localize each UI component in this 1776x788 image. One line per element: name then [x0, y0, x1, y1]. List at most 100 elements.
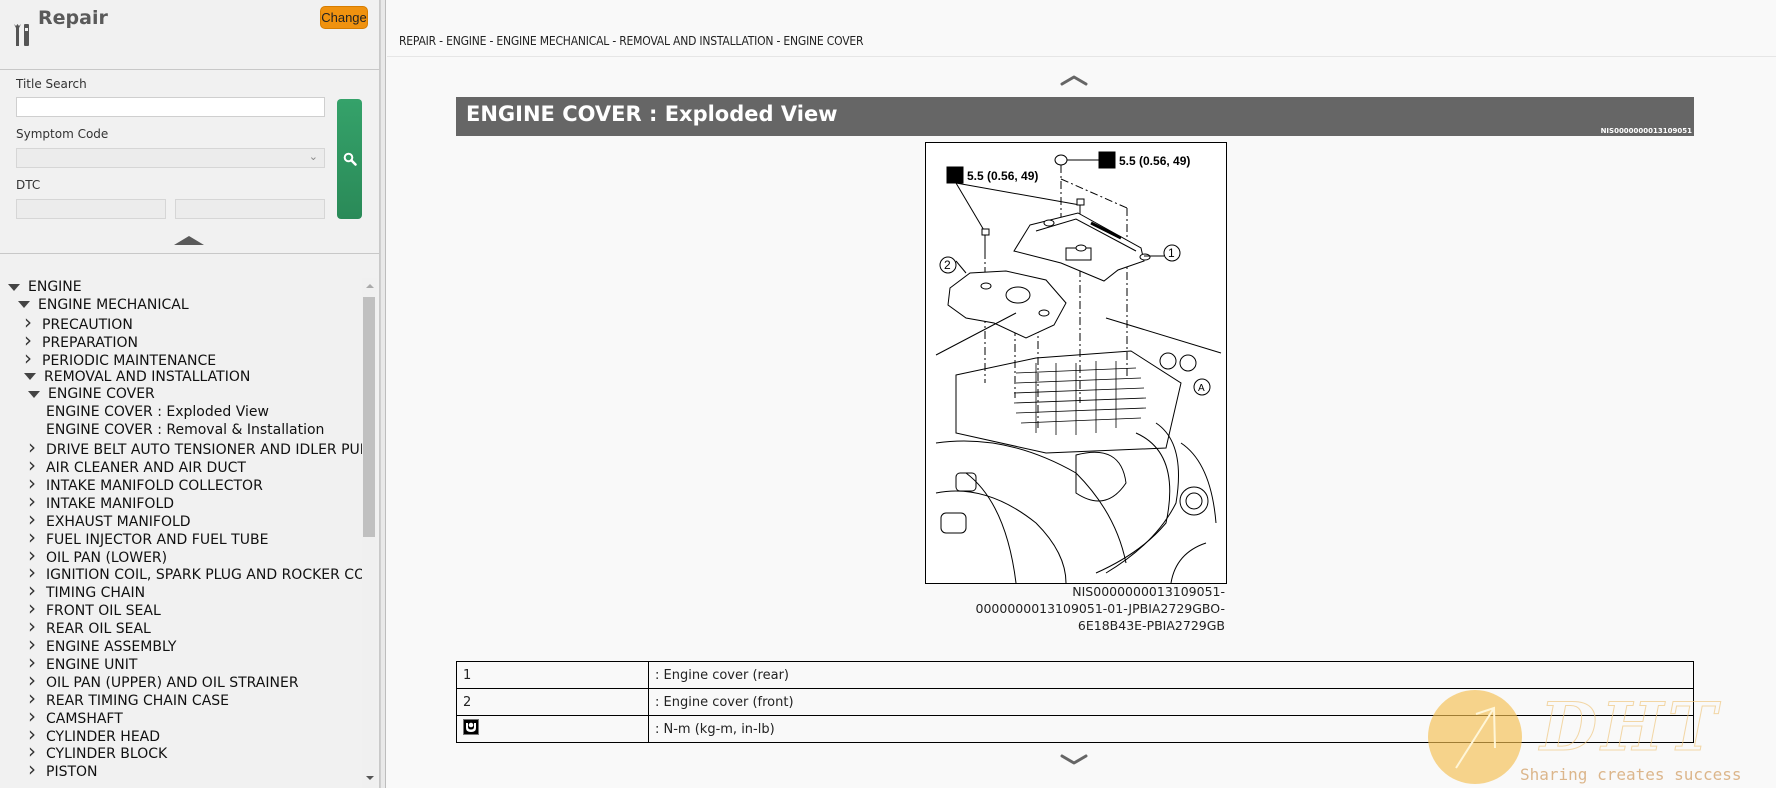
legend-key [456, 715, 649, 743]
tree-item[interactable]: › PISTON [28, 759, 98, 780]
tools-icon [14, 24, 29, 46]
legend-table: 1 : Engine cover (rear) 2 : Engine cover… [456, 661, 1694, 743]
dtc-input-1[interactable] [16, 199, 166, 219]
table-row: : N-m (kg-m, in-lb) [456, 715, 1694, 743]
dtc-input-2[interactable] [175, 199, 325, 219]
scroll-up-arrow[interactable] [366, 284, 374, 288]
chevron-right-icon[interactable]: › [28, 759, 42, 779]
tree-item[interactable]: › AIR CLEANER AND AIR DUCT [28, 455, 246, 476]
tree-item-label: ENGINE COVER [48, 386, 155, 403]
tree-item[interactable]: › CYLINDER BLOCK [28, 741, 167, 762]
tree-item[interactable]: › PERIODIC MAINTENANCE [24, 348, 216, 369]
figure-caption-line: 0000000013109051-01-JPBIA2729GBO- [975, 601, 1225, 616]
tree-item[interactable]: › ENGINE ASSEMBLY [28, 634, 177, 655]
section-title: Repair [38, 7, 108, 29]
tree-item[interactable]: ENGINE COVER [28, 385, 155, 403]
tree-item-label: CYLINDER HEAD [46, 728, 161, 745]
tree-item[interactable]: › OIL PAN (LOWER) [28, 545, 168, 566]
torque-wrench-icon [463, 719, 479, 735]
expanded-triangle-icon[interactable] [18, 301, 30, 309]
chevron-down-icon: ⌄ [308, 150, 318, 163]
tree-item[interactable]: ENGINE COVER : Exploded View [46, 403, 269, 421]
figure-caption-line: NIS0000000013109051- [1072, 584, 1225, 599]
sidebar-header: Repair Change [0, 0, 380, 70]
symptom-code-label: Symptom Code [16, 127, 109, 141]
tree-item[interactable]: › CAMSHAFT [28, 706, 123, 727]
next-section-chevron-down-icon[interactable] [1059, 752, 1089, 768]
tree-item-label: ENGINE MECHANICAL [38, 296, 189, 313]
tree-item-label: ENGINE ASSEMBLY [46, 639, 177, 655]
page-title-bar: ENGINE COVER : Exploded View NIS00000000… [456, 97, 1694, 136]
torque-callout-2: 5.5 (0.56, 49) [1119, 154, 1190, 168]
tree-item-label: REAR TIMING CHAIN CASE [46, 692, 230, 709]
exploded-view-illustration[interactable]: 5.5 (0.56, 49) 5.5 (0.56, 49) 1 2 A [925, 142, 1227, 584]
tree-scrollbar[interactable] [362, 278, 377, 788]
tree-item[interactable]: ENGINE COVER : Removal & Installation [46, 421, 324, 439]
tree-item[interactable]: › EXHAUST MANIFOLD [28, 509, 191, 530]
part-number-2: 2 [944, 258, 951, 272]
figure-caption: NIS0000000013109051- 0000000013109051-01… [887, 583, 1225, 634]
previous-section-chevron-up-icon[interactable] [1059, 72, 1089, 88]
symptom-code-select[interactable]: ⌄ [16, 148, 325, 168]
search-panel: Title Search Symptom Code ⌄ DTC [0, 71, 380, 254]
collapse-search-button[interactable] [174, 236, 204, 245]
tree-item[interactable]: › DRIVE BELT AUTO TENSIONER AND IDLER PUL… [28, 437, 362, 458]
tree-item-label: ENGINE UNIT [46, 656, 138, 673]
search-button[interactable] [337, 99, 362, 219]
title-search-label: Title Search [16, 77, 87, 91]
legend-description: : Engine cover (front) [648, 688, 1694, 716]
torque-wrench-icon [1098, 151, 1116, 169]
part-number-1: 1 [1168, 246, 1175, 260]
tree-item-label: OIL PAN (LOWER) [46, 549, 168, 566]
tree-item[interactable]: REMOVAL AND INSTALLATION [24, 368, 250, 386]
pane-splitter[interactable] [380, 0, 386, 788]
legend-key: 2 [456, 688, 649, 716]
dtc-label: DTC [16, 178, 41, 192]
tree-item-label: EXHAUST MANIFOLD [46, 513, 191, 530]
tree-item[interactable]: › INTAKE MANIFOLD COLLECTOR [28, 473, 263, 494]
tree-item-label: FUEL INJECTOR AND FUEL TUBE [46, 531, 269, 548]
torque-callout-1: 5.5 (0.56, 49) [967, 169, 1038, 183]
tree-item-label: REAR OIL SEAL [46, 621, 151, 638]
expanded-triangle-icon[interactable] [8, 283, 20, 291]
tree-item[interactable]: › TIMING CHAIN [28, 580, 145, 601]
tree-item-label: ENGINE COVER : Removal & Installation [46, 422, 325, 439]
tree-item-label: CAMSHAFT [46, 710, 123, 727]
scroll-down-arrow[interactable] [366, 776, 374, 780]
tree-item[interactable]: › PREPARATION [24, 330, 138, 351]
tree-item[interactable]: › OIL PAN (UPPER) AND OIL STRAINER [28, 670, 299, 691]
sidebar: Repair Change Title Search Symptom Code … [0, 0, 380, 788]
tree-item[interactable]: ENGINE MECHANICAL [18, 296, 189, 314]
tree-item[interactable]: › INTAKE MANIFOLD [28, 491, 174, 512]
legend-description: : N-m (kg-m, in-lb) [648, 715, 1694, 743]
inset-label: A [1198, 383, 1205, 394]
search-icon [343, 152, 357, 166]
tree-item[interactable]: › REAR OIL SEAL [28, 616, 151, 638]
tree-item-label: PREPARATION [42, 334, 138, 351]
tree-item[interactable]: › CYLINDER HEAD [28, 724, 161, 745]
tree-item[interactable]: › FRONT OIL SEAL [28, 598, 161, 619]
tree-item[interactable]: › FUEL INJECTOR AND FUEL TUBE [28, 527, 269, 548]
scroll-thumb[interactable] [363, 297, 375, 537]
tree-item[interactable]: › REAR TIMING CHAIN CASE [28, 688, 230, 709]
tree-item-label: AIR CLEANER AND AIR DUCT [46, 460, 246, 476]
change-button[interactable]: Change [320, 6, 368, 29]
tree-item[interactable]: › IGNITION COIL, SPARK PLUG AND ROCKER CO… [28, 562, 362, 583]
content-pane: REPAIR - ENGINE - ENGINE MECHANICAL - RE… [387, 0, 1776, 788]
expanded-triangle-icon[interactable] [28, 390, 40, 398]
document-id: NIS0000000013109051 [1600, 127, 1692, 135]
title-search-input[interactable] [16, 97, 325, 117]
legend-key: 1 [456, 661, 649, 689]
table-row: 1 : Engine cover (rear) [456, 661, 1694, 689]
navigation-tree: ENGINE ENGINE MECHANICAL › PRECAUTION › PREPA… [0, 278, 362, 788]
table-row: 2 : Engine cover (front) [456, 688, 1694, 716]
expanded-triangle-icon[interactable] [24, 373, 36, 380]
tree-item[interactable]: › PRECAUTION [24, 312, 133, 333]
breadcrumb-divider [387, 56, 1776, 57]
chevron-right-icon[interactable]: › [24, 348, 38, 368]
tree-item-label: ENGINE [28, 279, 82, 295]
tree-item[interactable]: ENGINE [8, 278, 82, 296]
tree-item-label: PRECAUTION [42, 316, 133, 333]
breadcrumb: REPAIR - ENGINE - ENGINE MECHANICAL - RE… [399, 34, 864, 48]
tree-item[interactable]: › ENGINE UNIT [28, 652, 138, 673]
